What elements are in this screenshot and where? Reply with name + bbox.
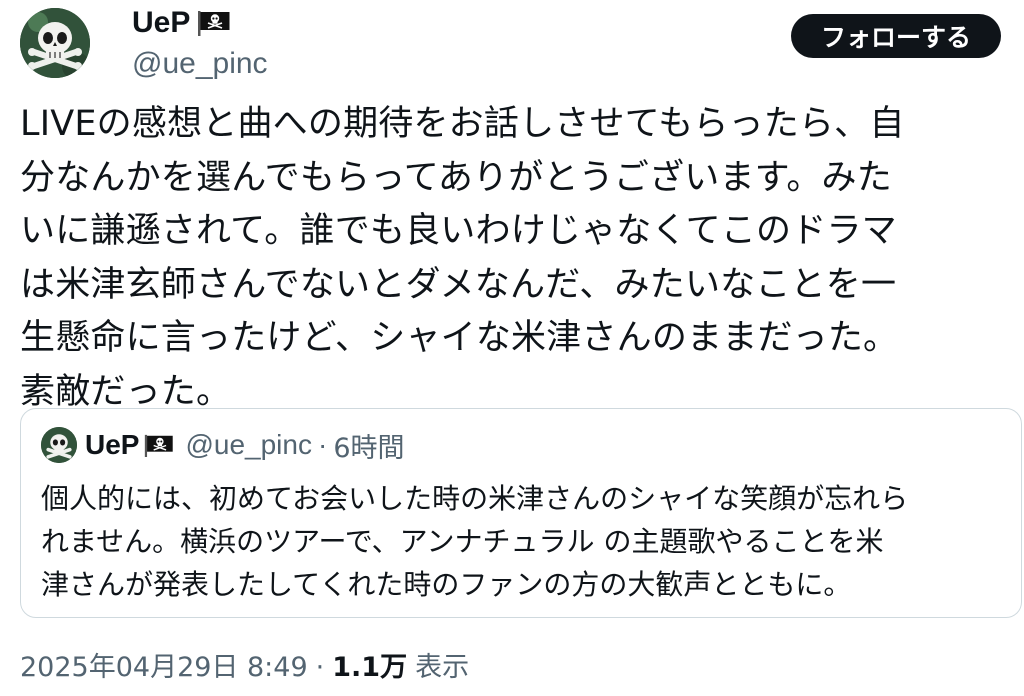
quoted-author-handle[interactable]: @ue_pinc — [185, 429, 312, 461]
quoted-tweet-text-line: 個人的には、初めてお会いした時の米津さんのシャイな笑顔が忘れら — [41, 482, 909, 515]
quoted-tweet-text: 個人的には、初めてお会いした時の米津さんのシャイな笑顔が忘れら れません。横浜の… — [41, 477, 1011, 606]
views-count: 1.1万 — [332, 652, 408, 683]
tweet-text-line: は米津玄師さんでないとダメなんだ、みたいなことを一 — [20, 264, 897, 305]
follow-button[interactable]: フォローする — [791, 14, 1001, 58]
author-handle[interactable]: @ue_pinc — [132, 44, 268, 84]
tweet-header: UeP @ue_pinc フォローする — [0, 0, 1024, 90]
skull-crossbones-icon — [20, 8, 90, 78]
tweet-text-line: LIVEの感想と曲への期待をお話しさせてもらったら、自 — [20, 104, 905, 144]
tweet-text: LIVEの感想と曲への期待をお話しさせてもらったら、自 分なんかを選んでもらって… — [20, 98, 1010, 419]
views-label: 表示 — [415, 652, 470, 683]
tweet-meta: 2025年04月29日 8:49 · 1.1万 表示 — [20, 648, 469, 688]
quoted-tweet-text-line: 津さんが発表したしてくれた時のファンの方の大歓声とともに。 — [41, 568, 852, 601]
quoted-tweet-header: UeP @ue_pinc · 6時間 — [41, 425, 405, 465]
pirate-flag-icon — [145, 434, 174, 457]
quoted-author-name[interactable]: UeP — [85, 429, 139, 461]
quoted-tweet-time[interactable]: 6時間 — [333, 426, 404, 465]
tweet-text-line: 分なんかを選んでもらってありがとうございます。みた — [20, 157, 892, 198]
quoted-tweet-text-line: れません。横浜のツアーで、アンナチュラル の主題歌やることを米 — [41, 525, 884, 558]
skull-crossbones-icon — [41, 427, 77, 463]
pirate-flag-icon — [198, 11, 230, 36]
author-display-name[interactable]: UeP — [132, 4, 268, 42]
separator-dot: · — [317, 429, 328, 460]
quoted-tweet-card[interactable]: UeP @ue_pinc · 6時間 個人的には、初めてお会いした時の米津さんの… — [20, 408, 1022, 618]
separator-dot: · — [315, 652, 325, 683]
author-info: UeP @ue_pinc — [132, 4, 268, 84]
tweet-text-line: 生懸命に言ったけど、シャイな米津さんのままだった。 — [20, 318, 899, 358]
tweet-timestamp[interactable]: 2025年04月29日 8:49 — [20, 648, 308, 688]
author-avatar[interactable] — [20, 8, 90, 78]
quoted-author-avatar[interactable] — [41, 427, 77, 463]
author-display-name-text: UeP — [132, 6, 191, 39]
tweet-text-line: いに謙遜されて。誰でも良いわけじゃなくてこのドラマ — [20, 211, 897, 251]
